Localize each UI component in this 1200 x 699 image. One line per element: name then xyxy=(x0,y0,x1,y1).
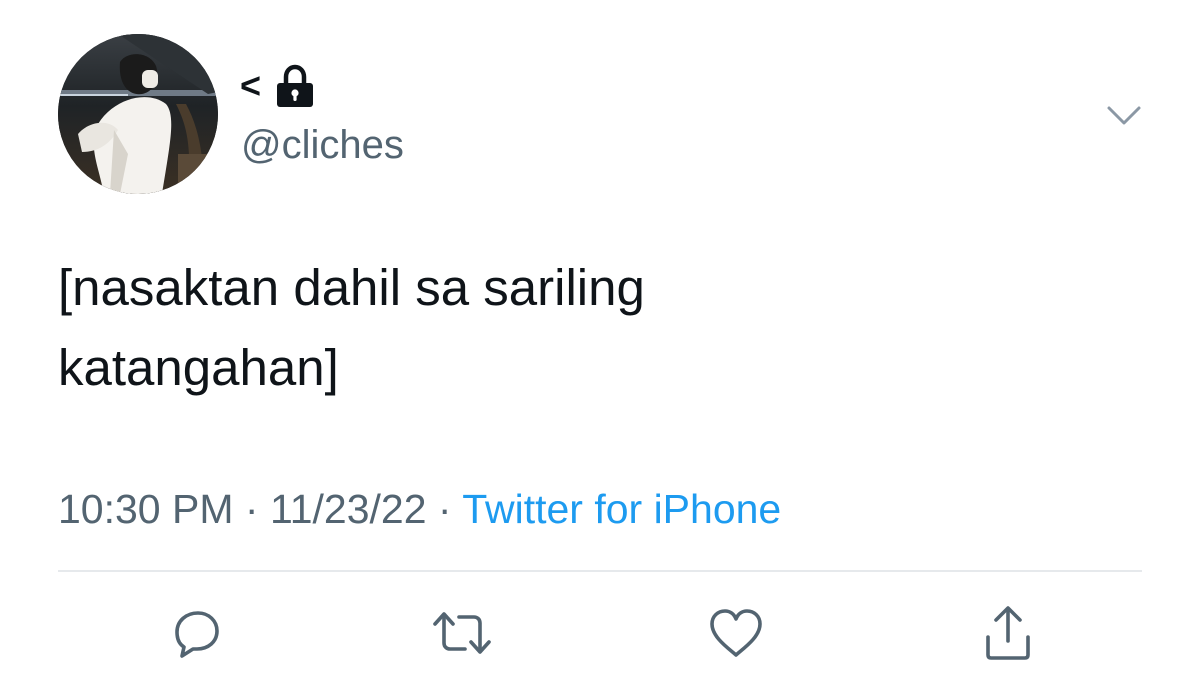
avatar[interactable] xyxy=(58,34,218,194)
chevron-down-icon xyxy=(1107,106,1141,125)
tweet-date[interactable]: 11/23/22 xyxy=(270,486,427,532)
meta-separator: · xyxy=(426,486,463,532)
display-name[interactable]: < xyxy=(240,64,261,108)
retweet-button[interactable] xyxy=(430,598,494,668)
tweet-text: [nasaktan dahil sa sariling katangahan] xyxy=(58,259,645,396)
share-icon xyxy=(986,606,1030,660)
display-name-row[interactable]: < xyxy=(240,64,315,108)
meta-separator: · xyxy=(233,486,270,532)
action-bar xyxy=(0,598,1200,668)
tweet: < @cliches [nasaktan dahil sa sariling k… xyxy=(0,0,1200,699)
share-button[interactable] xyxy=(976,598,1040,668)
divider xyxy=(58,570,1142,572)
lock-icon xyxy=(275,64,315,108)
heart-icon xyxy=(710,609,762,657)
more-options-button[interactable] xyxy=(1104,98,1144,134)
tweet-source-link[interactable]: Twitter for iPhone xyxy=(462,486,781,532)
reply-icon xyxy=(175,611,219,658)
tweet-metadata: 10:30 PM · 11/23/22 · Twitter for iPhone xyxy=(58,481,781,537)
reply-button[interactable] xyxy=(165,598,229,668)
tweet-time[interactable]: 10:30 PM xyxy=(58,486,234,532)
retweet-icon xyxy=(433,612,491,654)
user-handle[interactable]: @cliches xyxy=(241,120,404,170)
like-button[interactable] xyxy=(704,598,768,668)
